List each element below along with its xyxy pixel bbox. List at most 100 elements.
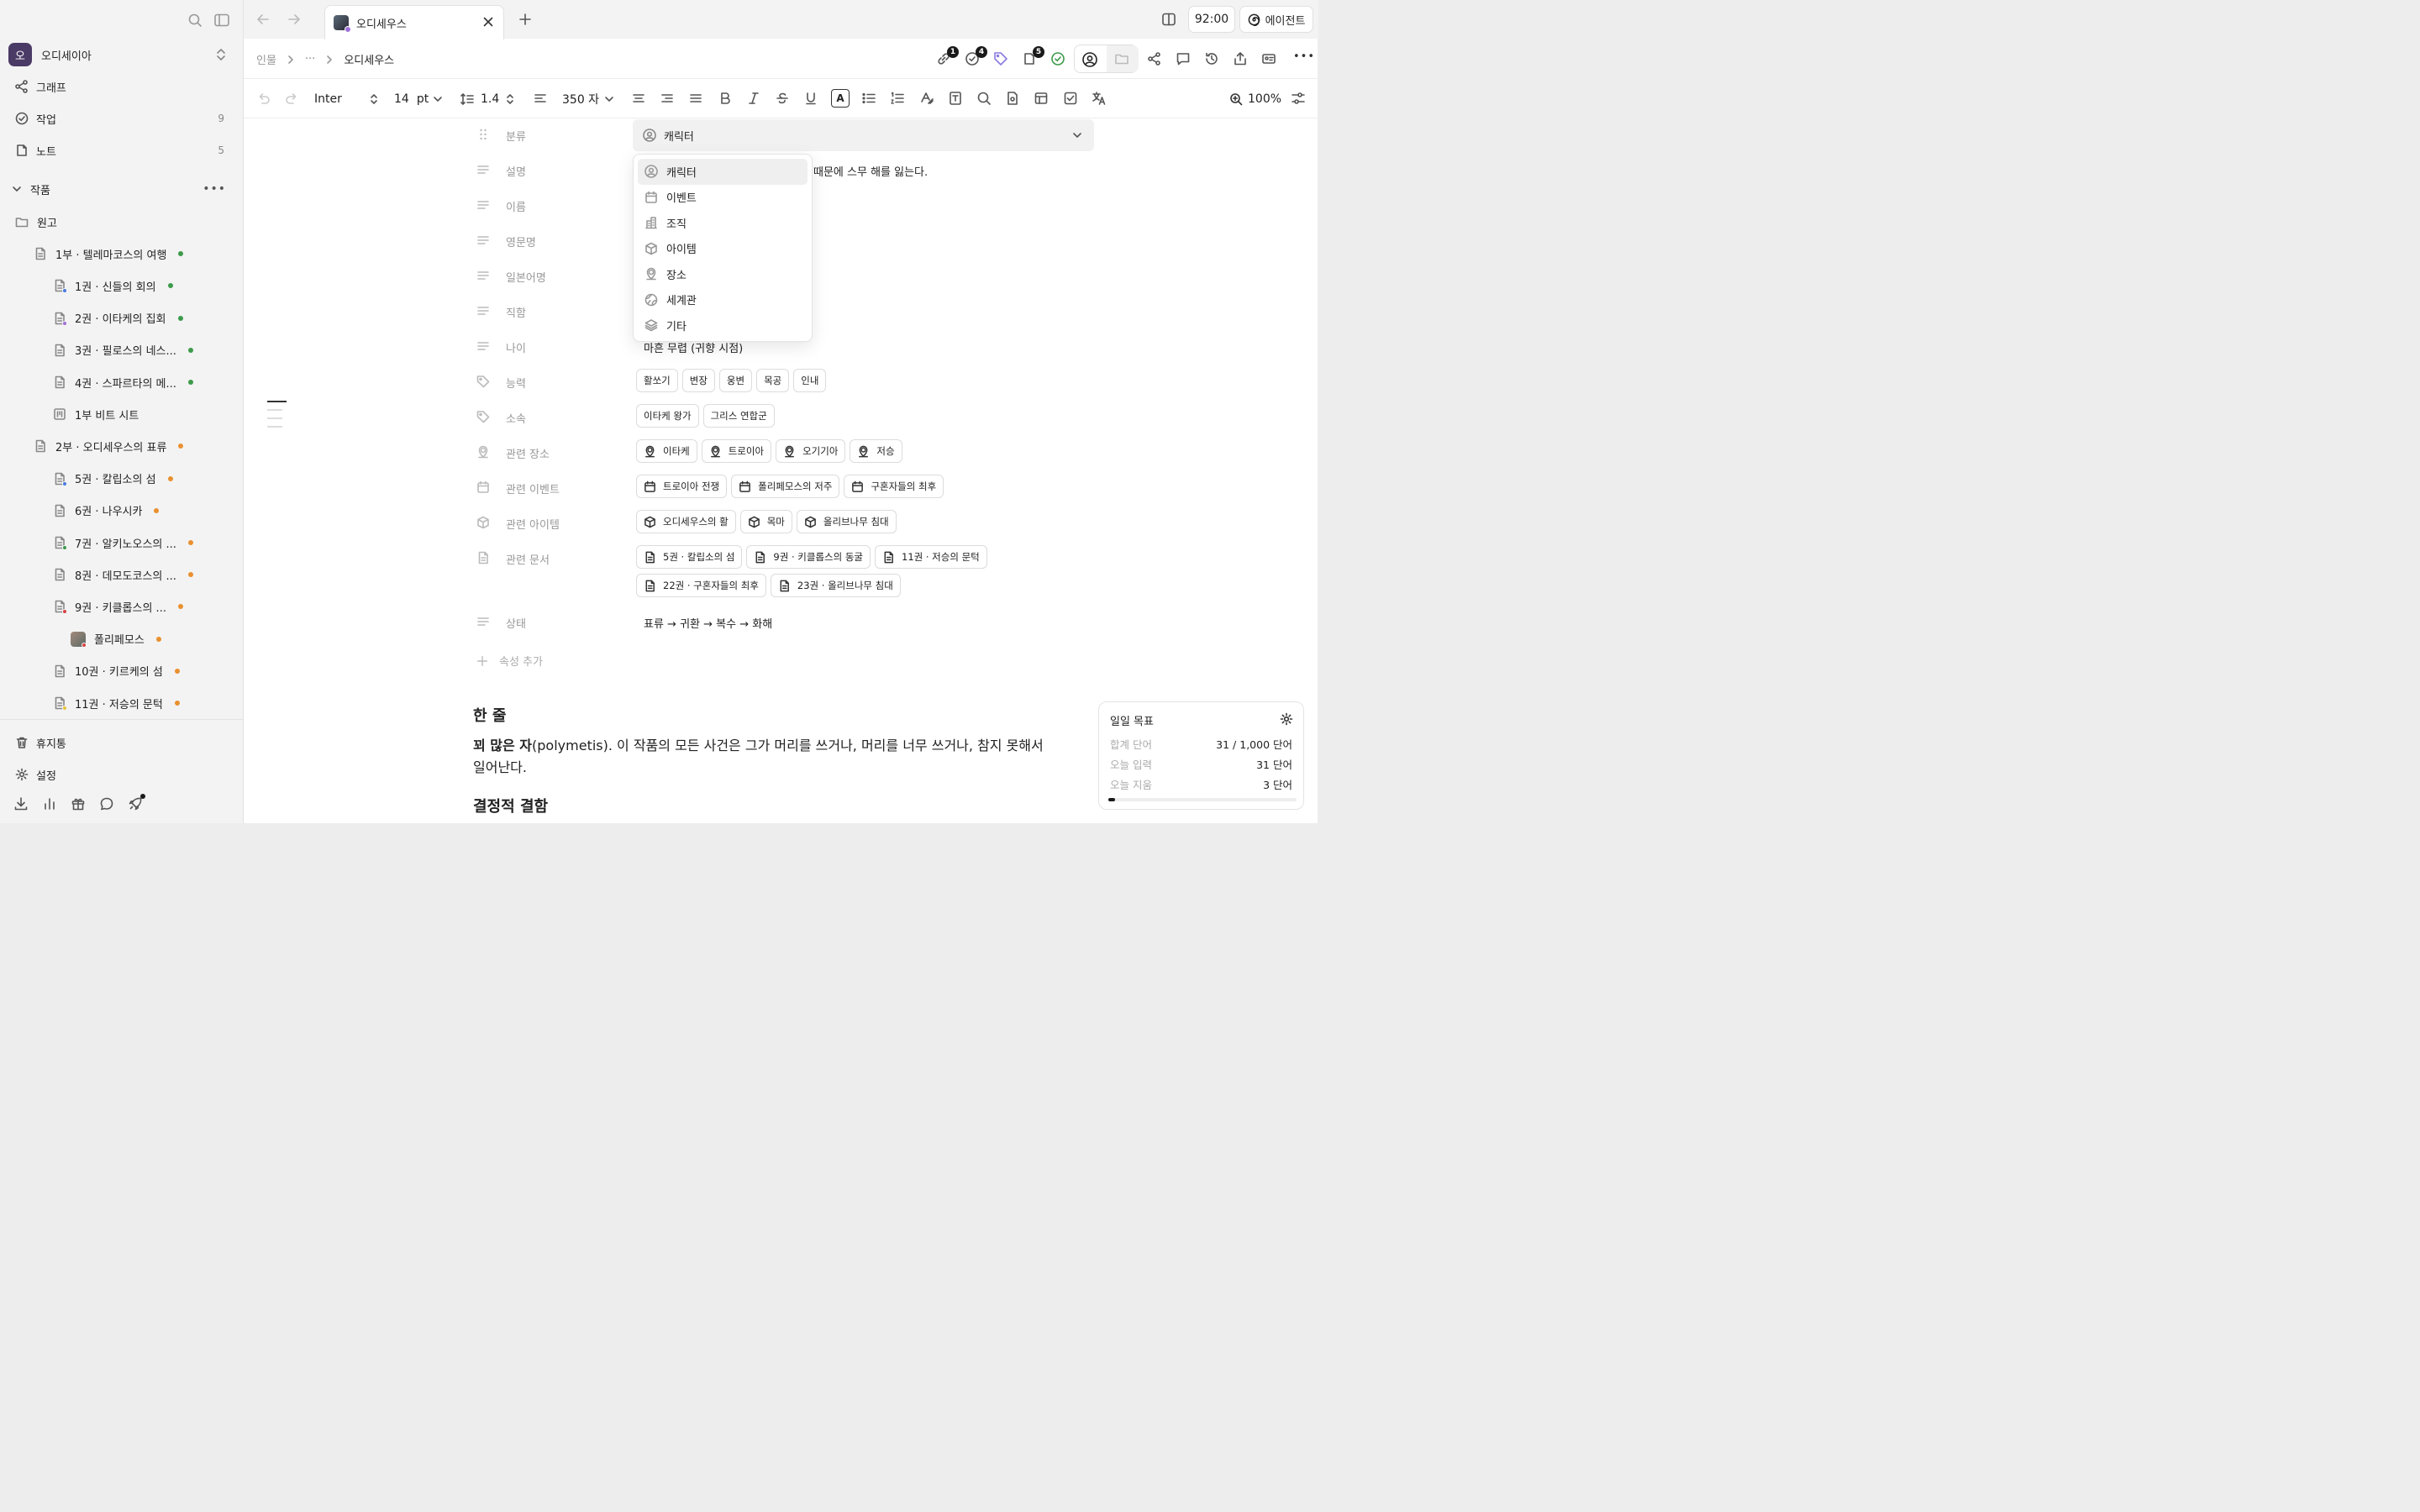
tree-item[interactable]: 9권 · 키클롭스의 ... xyxy=(0,592,243,621)
align-justify-icon[interactable] xyxy=(688,91,705,108)
history-icon[interactable] xyxy=(1204,51,1221,68)
share-icon[interactable] xyxy=(1233,51,1249,68)
chip[interactable]: 구혼자들의 최후 xyxy=(844,475,944,498)
dropdown-option[interactable]: 세계관 xyxy=(638,287,808,313)
drag-handle-icon[interactable] xyxy=(476,128,490,141)
chip[interactable]: 11권 · 저승의 문턱 xyxy=(875,545,987,569)
chat-icon[interactable] xyxy=(99,796,114,811)
workspace-switcher[interactable]: 오 오디세이아 xyxy=(8,43,231,66)
chip[interactable]: 22권 · 구혼자들의 최후 xyxy=(636,574,766,597)
folder-view-button[interactable] xyxy=(1107,45,1139,72)
property-value[interactable]: 표류 → 귀환 → 복수 → 화해 xyxy=(644,615,772,631)
section-works-header[interactable]: 작품 ••• xyxy=(0,175,243,203)
dropdown-option[interactable]: 이벤트 xyxy=(638,185,808,211)
image-doc-icon[interactable] xyxy=(1005,91,1022,108)
chip[interactable]: 목마 xyxy=(739,510,792,533)
strikethrough-icon[interactable] xyxy=(775,91,792,108)
sidebar-item-notes[interactable]: 노트 5 xyxy=(0,136,243,165)
breadcrumb-root[interactable]: 인물 xyxy=(256,51,276,67)
breadcrumb-ellipsis[interactable]: ··· xyxy=(305,53,315,66)
numbered-list-icon[interactable] xyxy=(890,91,907,108)
text-box-icon[interactable] xyxy=(948,91,965,108)
download-icon[interactable] xyxy=(13,796,29,811)
align-center-icon[interactable] xyxy=(631,91,648,108)
translate-icon[interactable] xyxy=(1092,91,1108,108)
dropdown-option[interactable]: 조직 xyxy=(638,210,808,236)
timer-display[interactable]: 92:00 xyxy=(1188,6,1235,33)
italic-icon[interactable] xyxy=(746,91,763,108)
chip[interactable]: 폴리페모스의 저주 xyxy=(731,475,840,498)
tree-item[interactable]: 1부 비트 시트 xyxy=(0,400,243,428)
tree-item[interactable]: 7권 · 알키노오스의 ... xyxy=(0,528,243,557)
chip[interactable]: 5권 · 칼립소의 섬 xyxy=(636,545,743,569)
underline-icon[interactable] xyxy=(803,91,820,108)
more-icon[interactable]: ••• xyxy=(1293,50,1315,63)
stats-icon[interactable] xyxy=(42,796,57,811)
outline-indicator[interactable] xyxy=(267,401,287,428)
dropdown-option[interactable]: 장소 xyxy=(638,261,808,287)
gear-icon[interactable] xyxy=(1280,712,1293,726)
chip[interactable]: 올리브나무 침대 xyxy=(796,510,897,533)
align-right-icon[interactable] xyxy=(660,91,676,108)
tree-item[interactable]: 4권 · 스파르타의 메... xyxy=(0,368,243,396)
close-icon[interactable] xyxy=(482,16,494,28)
text-color-button[interactable]: A xyxy=(831,89,850,108)
chip[interactable]: 변장 xyxy=(681,369,715,392)
complete-check-icon[interactable] xyxy=(1050,51,1067,68)
breadcrumb-current[interactable]: 오디세우스 xyxy=(344,51,394,67)
chip[interactable]: 그리스 연합군 xyxy=(702,404,775,428)
task-check-icon[interactable]: 4 xyxy=(965,46,987,68)
comment-icon[interactable] xyxy=(1176,51,1192,68)
gift-icon[interactable] xyxy=(71,796,86,811)
dropdown-option[interactable]: 캐릭터 xyxy=(638,159,808,185)
chip[interactable]: 웅변 xyxy=(718,369,753,392)
tree-item[interactable]: 10권 · 키르케의 섬 xyxy=(0,657,243,685)
back-arrow-icon[interactable] xyxy=(256,13,270,26)
undo-icon[interactable] xyxy=(256,91,273,108)
forward-arrow-icon[interactable] xyxy=(287,13,301,26)
agent-button[interactable]: 에이전트 xyxy=(1239,6,1313,33)
sidebar-item-settings[interactable]: 설정 xyxy=(0,760,243,789)
graph-icon[interactable] xyxy=(1147,51,1164,68)
tree-item[interactable]: 3권 · 필로스의 네스... xyxy=(0,336,243,365)
table-icon[interactable] xyxy=(1034,91,1050,108)
id-card-icon[interactable] xyxy=(1261,51,1278,68)
chip[interactable]: 인내 xyxy=(793,369,827,392)
chip[interactable]: 트로이아 전쟁 xyxy=(636,475,728,498)
search-icon[interactable] xyxy=(187,13,203,28)
description-value[interactable]: 때문에 스무 해를 잃는다. xyxy=(813,163,928,179)
chip[interactable]: 오기기아 xyxy=(776,439,846,463)
clear-format-icon[interactable] xyxy=(919,91,936,108)
category-select[interactable]: 캐릭터 xyxy=(633,119,1094,151)
person-view-icon[interactable] xyxy=(1081,51,1098,68)
bullet-list-icon[interactable] xyxy=(861,91,878,108)
new-tab-plus-icon[interactable] xyxy=(518,13,532,26)
document-stack-icon[interactable]: 5 xyxy=(1022,46,1044,68)
rocket-icon[interactable] xyxy=(128,794,145,811)
tree-item[interactable]: 2권 · 이타케의 집회 xyxy=(0,304,243,333)
chip[interactable]: 이타케 왕가 xyxy=(636,404,699,428)
sidebar-item-trash[interactable]: 휴지통 xyxy=(0,728,243,757)
redo-icon[interactable] xyxy=(284,91,301,108)
line-width-select[interactable]: 350 자 xyxy=(562,91,614,108)
split-view-icon[interactable] xyxy=(1161,12,1176,27)
bold-icon[interactable] xyxy=(718,91,734,108)
tree-item[interactable]: 8권 · 데모도코스의 ... xyxy=(0,560,243,589)
chip[interactable]: 트로이아 xyxy=(701,439,772,463)
tree-item[interactable]: 폴리페모스 xyxy=(0,625,243,654)
settings-sliders-icon[interactable] xyxy=(1291,91,1307,108)
add-property-button[interactable]: 속성 추가 xyxy=(476,653,543,669)
body-paragraph[interactable]: 꾀 많은 자(polymetis). 이 작품의 모든 사건은 그가 머리를 쓰… xyxy=(473,735,1078,779)
tree-item[interactable]: 2부 · 오디세우스의 표류 xyxy=(0,432,243,460)
tree-item[interactable]: 1부 · 텔레마코스의 여행 xyxy=(0,239,243,268)
find-icon[interactable] xyxy=(976,91,993,108)
checkbox-icon[interactable] xyxy=(1063,91,1080,108)
tree-item[interactable]: 1권 · 신들의 회의 xyxy=(0,271,243,300)
font-family-select[interactable]: Inter xyxy=(314,91,378,108)
more-icon[interactable]: ••• xyxy=(203,182,226,196)
chip[interactable]: 23권 · 올리브나무 침대 xyxy=(770,574,901,597)
link-icon[interactable]: 1 xyxy=(936,46,959,68)
chip[interactable]: 목공 xyxy=(756,369,790,392)
tree-item[interactable]: 6권 · 나우시카 xyxy=(0,496,243,525)
line-height-select[interactable]: 1.4 xyxy=(460,91,514,108)
